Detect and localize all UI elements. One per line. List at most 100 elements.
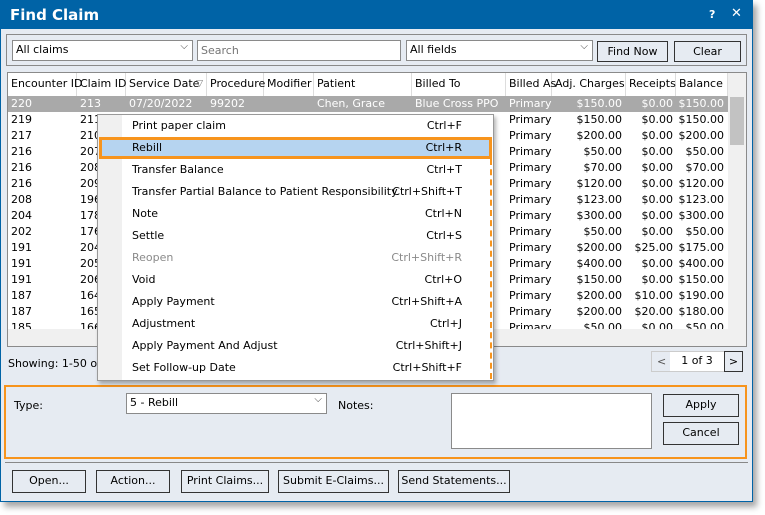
table-cell: $300.00 [678, 209, 725, 222]
table-cell: 213 [80, 97, 101, 110]
print-claims-button[interactable]: Print Claims... [181, 470, 269, 493]
search-input[interactable] [197, 40, 401, 61]
close-icon[interactable]: ✕ [731, 6, 742, 21]
column-header-label: Modifier [267, 77, 312, 90]
menu-item-transfer-balance[interactable]: Transfer Balance Ctrl+T [99, 159, 492, 181]
table-cell: $20.00 [634, 305, 674, 318]
table-cell: $180.00 [678, 305, 725, 318]
menu-item-apply-payment-and-adjust[interactable]: Apply Payment And Adjust Ctrl+Shift+J [99, 335, 492, 357]
table-cell: 202 [11, 225, 32, 238]
showing-count: Showing: 1-50 of 1 [8, 357, 112, 370]
table-cell: $200.00 [576, 129, 623, 142]
table-cell: $123.00 [576, 193, 623, 206]
prev-page-button[interactable]: < [657, 355, 666, 368]
menu-item-shortcut: Ctrl+O [424, 273, 462, 286]
submit-eclaims-button[interactable]: Submit E-Claims... [278, 470, 389, 493]
type-label: Type: [14, 399, 43, 412]
vertical-scrollbar[interactable] [728, 73, 746, 329]
table-cell: $0.00 [641, 177, 674, 190]
table-cell: Primary [509, 177, 552, 190]
table-cell: $0.00 [641, 161, 674, 174]
table-cell: 216 [11, 145, 32, 158]
column-header-label: Adj. Charges [555, 77, 625, 90]
table-cell: $0.00 [641, 97, 674, 110]
clear-button[interactable]: Clear [674, 41, 741, 62]
type-select[interactable]: 5 - Rebill ⌵ [126, 393, 327, 414]
menu-item-print-paper-claim[interactable]: Print paper claim Ctrl+F [99, 115, 492, 137]
column-header[interactable]: Service Date ▽ [126, 73, 207, 96]
column-header[interactable]: Modifier [264, 73, 314, 96]
menu-item-settle[interactable]: Settle Ctrl+S [99, 225, 492, 247]
table-cell: 220 [11, 97, 32, 110]
column-header[interactable]: Receipts [626, 73, 676, 96]
apply-button[interactable]: Apply [663, 394, 739, 417]
scroll-thumb[interactable] [730, 97, 744, 145]
table-cell: Primary [509, 273, 552, 286]
table-cell: Primary [509, 241, 552, 254]
table-cell: $400.00 [576, 257, 623, 270]
table-cell: Blue Cross PPO [415, 97, 499, 110]
menu-item-label: Reopen [132, 251, 174, 264]
cancel-button[interactable]: Cancel [663, 422, 739, 445]
menu-item-label: Note [132, 207, 159, 220]
menu-item-shortcut: Ctrl+Shift+A [391, 295, 462, 308]
notes-textarea[interactable] [451, 393, 652, 449]
table-cell: Primary [509, 289, 552, 302]
table-cell: $123.00 [678, 193, 725, 206]
menu-item-void[interactable]: Void Ctrl+O [99, 269, 492, 291]
help-icon[interactable]: ? [709, 8, 715, 21]
column-header[interactable]: Encounter ID [8, 73, 82, 96]
column-header-label: Billed To [415, 77, 461, 90]
menu-item-set-follow-up-date[interactable]: Set Follow-up Date Ctrl+Shift+F [99, 357, 492, 379]
send-statements-button[interactable]: Send Statements... [398, 470, 510, 493]
column-header[interactable]: Billed As [506, 73, 556, 96]
chevron-down-icon: ⌵ [314, 394, 322, 405]
menu-item-label: Apply Payment [132, 295, 215, 308]
table-cell: $0.00 [641, 257, 674, 270]
menu-item-label: Rebill [132, 141, 163, 154]
field-select[interactable]: All fields ⌵ [406, 40, 593, 61]
column-header[interactable]: Billed To [412, 73, 506, 96]
find-now-button[interactable]: Find Now [597, 41, 668, 62]
table-cell: $400.00 [678, 257, 725, 270]
column-header[interactable]: Procedure [207, 73, 265, 96]
window-title: Find Claim [10, 6, 100, 24]
table-cell: 191 [11, 257, 32, 270]
table-cell: $150.00 [576, 97, 623, 110]
menu-item-adjustment[interactable]: Adjustment Ctrl+J [99, 313, 492, 335]
open-button[interactable]: Open... [12, 470, 86, 493]
table-cell: Primary [509, 113, 552, 126]
menu-item-label: Apply Payment And Adjust [132, 339, 278, 352]
column-header-label: Encounter ID [11, 77, 83, 90]
menu-item-reopen: Reopen Ctrl+Shift+R [99, 247, 492, 269]
table-cell: 187 [11, 305, 32, 318]
next-page-button[interactable]: > [724, 351, 743, 372]
claim-filter-select[interactable]: All claims ⌵ [12, 40, 193, 61]
table-row[interactable]: 220 213 07/20/2022 99202 Chen, Grace Blue Cro… [8, 96, 728, 112]
column-header-label: Claim ID [80, 77, 127, 90]
table-cell: Primary [509, 161, 552, 174]
action-button[interactable]: Action... [96, 470, 170, 493]
column-header[interactable]: Claim ID [77, 73, 126, 96]
table-cell: Primary [509, 257, 552, 270]
column-header-label: Service Date [129, 77, 200, 90]
table-cell: $0.00 [641, 113, 674, 126]
table-cell: 99202 [210, 97, 245, 110]
menu-item-shortcut: Ctrl+R [425, 141, 462, 154]
column-header[interactable]: Patient [314, 73, 412, 96]
menu-item-shortcut: Ctrl+T [426, 163, 462, 176]
page-indicator: 1 of 3 [670, 352, 724, 371]
table-cell: $0.00 [641, 209, 674, 222]
table-cell: 208 [11, 193, 32, 206]
menu-item-rebill[interactable]: Rebill Ctrl+R [99, 137, 492, 159]
menu-item-transfer-partial-balance-to-patient-responsibility[interactable]: Transfer Partial Balance to Patient Resp… [99, 181, 492, 203]
table-cell: $150.00 [678, 97, 725, 110]
menu-item-shortcut: Ctrl+Shift+F [392, 361, 462, 374]
column-header[interactable]: Balance [676, 73, 728, 96]
menu-item-apply-payment[interactable]: Apply Payment Ctrl+Shift+A [99, 291, 492, 313]
table-cell: Primary [509, 305, 552, 318]
menu-item-note[interactable]: Note Ctrl+N [99, 203, 492, 225]
table-cell: $200.00 [678, 129, 725, 142]
column-header[interactable]: Adj. Charges [552, 73, 626, 96]
table-cell: Primary [509, 193, 552, 206]
